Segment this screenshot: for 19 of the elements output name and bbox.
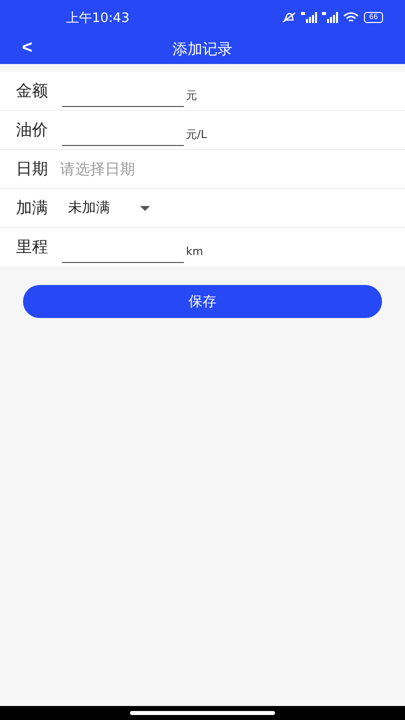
field-label: 里程 (16, 236, 48, 258)
field-label: 金额 (16, 80, 48, 102)
signal-icon (322, 12, 338, 23)
field-label: 油价 (16, 120, 48, 140)
status-time: 上午10:43 (66, 10, 130, 26)
unit-label: 元 (186, 88, 197, 102)
unit-label: 元/L (186, 126, 207, 142)
field-label: 日期 (16, 158, 48, 180)
wifi-icon (343, 12, 360, 23)
unit-label: km (186, 244, 204, 258)
dropdown[interactable]: 未加满 (68, 199, 150, 217)
home-indicator[interactable] (130, 711, 275, 715)
page-title: 添加记录 (172, 40, 232, 59)
back-button[interactable]: < (18, 37, 37, 58)
caret-icon (140, 206, 150, 210)
signal-icon (301, 12, 318, 23)
field-label: 加满 (16, 198, 48, 218)
save-button[interactable]: 保存 (23, 285, 382, 318)
bell-off-icon (282, 12, 296, 23)
